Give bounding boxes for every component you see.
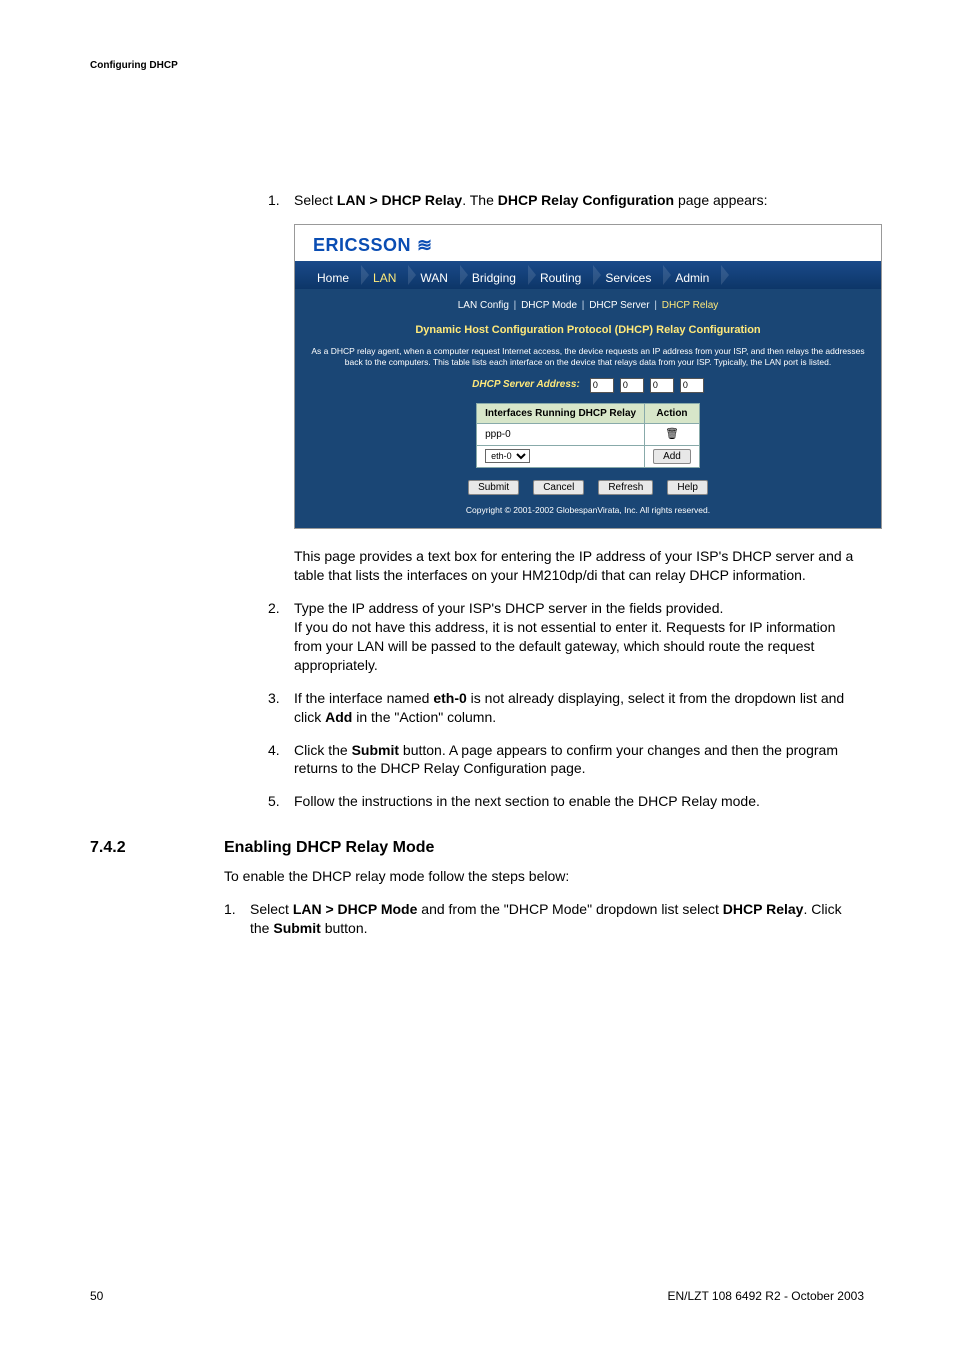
submit-button[interactable]: Submit — [468, 480, 519, 495]
step-2: 2. Type the IP address of your ISP's DHC… — [268, 599, 864, 675]
cancel-button[interactable]: Cancel — [533, 480, 584, 495]
section-step-1-num: 1. — [224, 900, 236, 919]
tab-lan[interactable]: LAN — [363, 261, 410, 289]
table-row: eth-0 Add — [477, 445, 700, 467]
main-tabs: Home LAN WAN Bridging Routing Services A… — [295, 261, 881, 289]
panel-title: Dynamic Host Configuration Protocol (DHC… — [307, 323, 869, 338]
running-header: Configuring DHCP — [90, 60, 864, 71]
tab-wan[interactable]: WAN — [410, 261, 462, 289]
step-1-num: 1. — [268, 191, 280, 210]
ericsson-icon: ≋ — [417, 233, 432, 257]
step-2-line1: Type the IP address of your ISP's DHCP s… — [294, 600, 723, 616]
tab-bridging[interactable]: Bridging — [462, 261, 530, 289]
step-3-num: 3. — [268, 689, 280, 708]
sub-nav: LAN Config | DHCP Mode | DHCP Server | D… — [307, 299, 869, 313]
section-number: 7.4.2 — [90, 839, 224, 857]
table-row: ppp-0 🗑 — [477, 424, 700, 446]
ip-octet-4[interactable] — [680, 378, 704, 393]
step-1-text: Select LAN > DHCP Relay. The DHCP Relay … — [294, 192, 767, 208]
th-interfaces: Interfaces Running DHCP Relay — [477, 403, 645, 424]
dhcp-server-address-row: DHCP Server Address: — [307, 378, 869, 393]
help-button[interactable]: Help — [667, 480, 708, 495]
tab-admin[interactable]: Admin — [665, 261, 723, 289]
interfaces-table: Interfaces Running DHCP Relay Action ppp… — [476, 403, 700, 468]
step-3: 3. If the interface named eth-0 is not a… — [268, 689, 864, 727]
refresh-button[interactable]: Refresh — [598, 480, 653, 495]
step-5: 5. Follow the instructions in the next s… — [268, 792, 864, 811]
ericsson-logo: ERICSSON ≋ — [295, 225, 881, 261]
panel-description: As a DHCP relay agent, when a computer r… — [308, 346, 868, 368]
footer-docref: EN/LZT 108 6492 R2 - October 2003 — [667, 1289, 864, 1303]
step-2-num: 2. — [268, 599, 280, 618]
dhcp-server-address-label: DHCP Server Address: — [472, 378, 580, 392]
tab-home[interactable]: Home — [307, 261, 363, 289]
step-4-num: 4. — [268, 741, 280, 760]
subnav-dhcprelay[interactable]: DHCP Relay — [662, 300, 719, 311]
step-5-num: 5. — [268, 792, 280, 811]
copyright: Copyright © 2001-2002 GlobespanVirata, I… — [307, 505, 869, 516]
interface-select[interactable]: eth-0 — [485, 449, 530, 463]
ip-octet-2[interactable] — [620, 378, 644, 393]
section-intro: To enable the DHCP relay mode follow the… — [224, 867, 864, 886]
step-1: 1. Select LAN > DHCP Relay. The DHCP Rel… — [268, 191, 864, 585]
step-4: 4. Click the Submit button. A page appea… — [268, 741, 864, 779]
section-title: Enabling DHCP Relay Mode — [224, 839, 434, 857]
trash-icon[interactable]: 🗑 — [665, 428, 679, 440]
para-after-screenshot: This page provides a text box for enteri… — [294, 547, 864, 585]
th-action: Action — [645, 403, 700, 424]
page-number: 50 — [90, 1289, 103, 1303]
ip-octet-3[interactable] — [650, 378, 674, 393]
subnav-dhcpmode[interactable]: DHCP Mode — [521, 300, 577, 311]
subnav-lanconfig[interactable]: LAN Config — [458, 300, 509, 311]
tab-routing[interactable]: Routing — [530, 261, 595, 289]
ip-octet-1[interactable] — [590, 378, 614, 393]
step-5-text: Follow the instructions in the next sect… — [294, 793, 760, 809]
step-2-line2: If you do not have this address, it is n… — [294, 619, 835, 673]
iface-ppp0: ppp-0 — [477, 424, 645, 446]
add-button[interactable]: Add — [653, 449, 691, 464]
subnav-dhcpserver[interactable]: DHCP Server — [589, 300, 649, 311]
section-step-1: 1. Select LAN > DHCP Mode and from the "… — [224, 900, 864, 938]
tab-services[interactable]: Services — [595, 261, 665, 289]
dhcp-relay-screenshot: ERICSSON ≋ Home LAN WAN Bridging Routing… — [294, 224, 882, 530]
